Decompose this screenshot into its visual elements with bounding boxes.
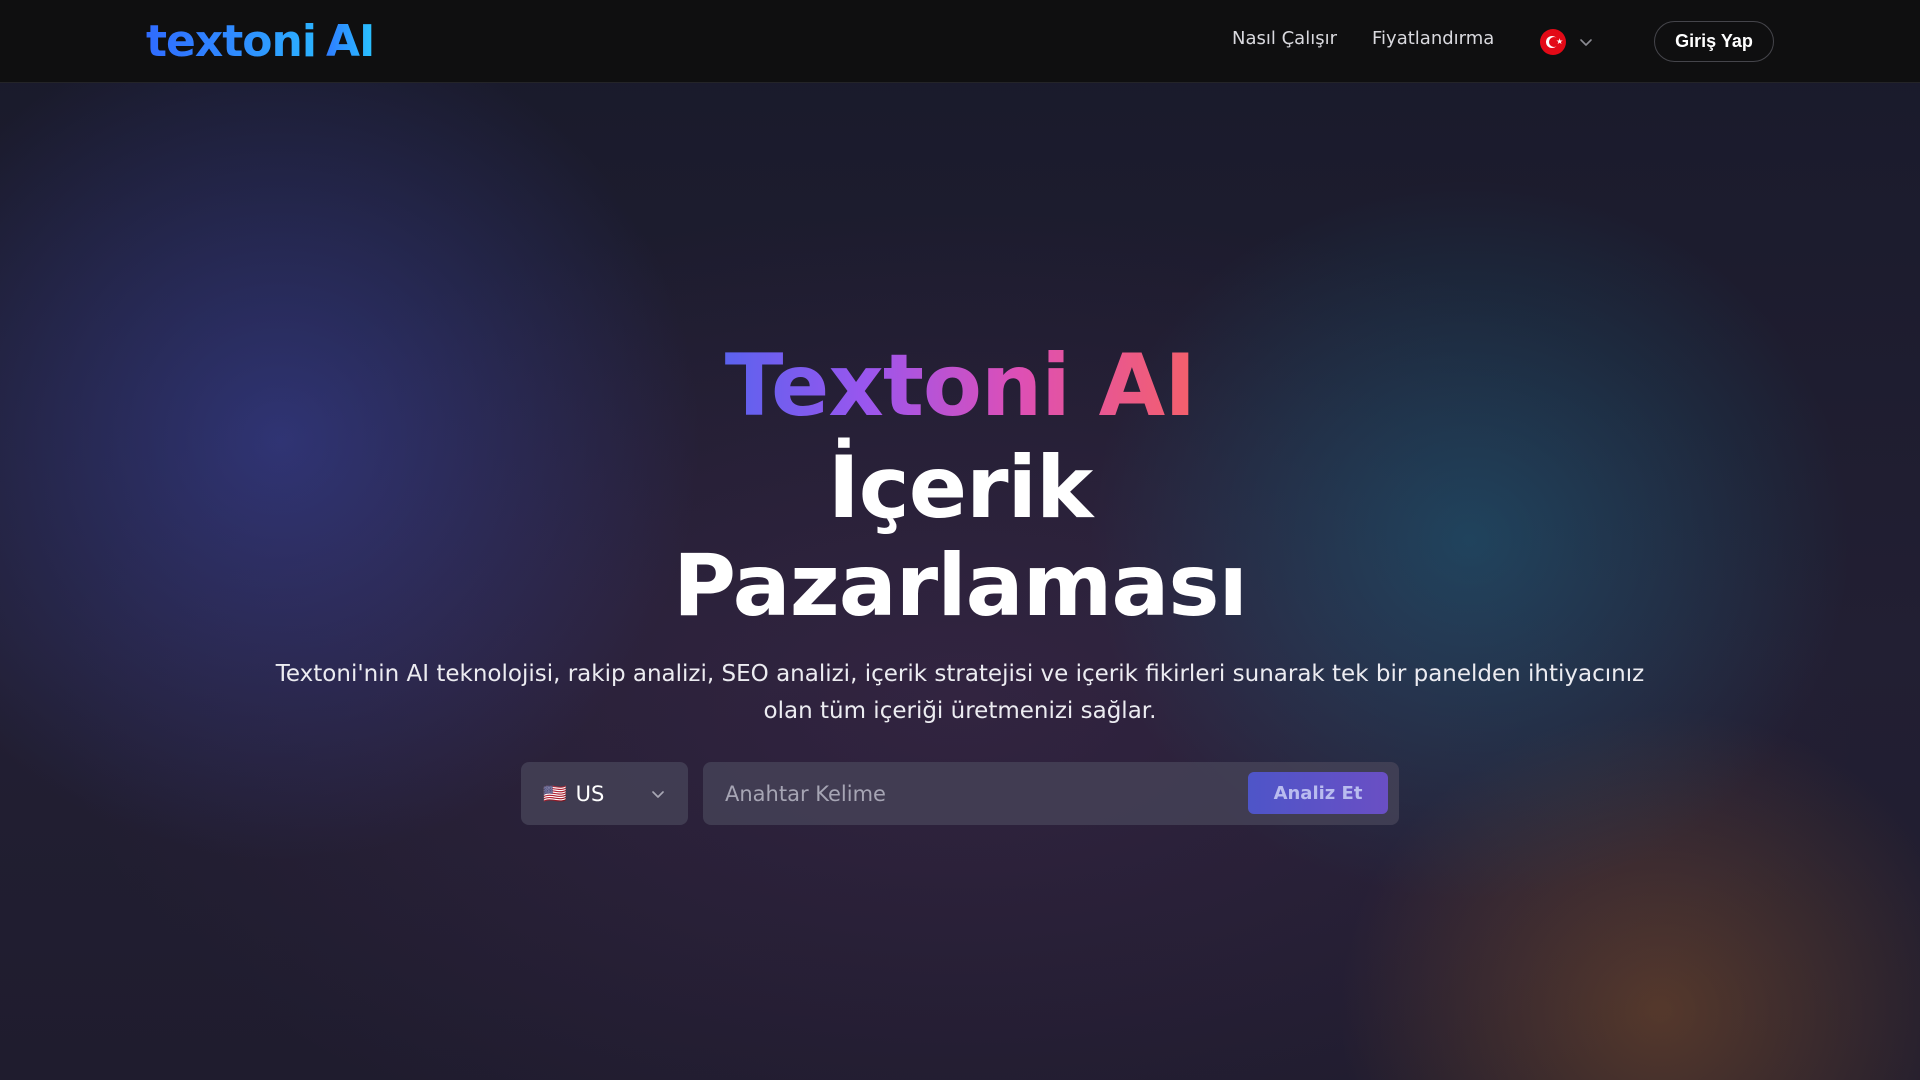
login-button[interactable]: Giriş Yap (1654, 21, 1774, 62)
hero-subtitle: Textoni'nin AI teknolojisi, rakip analiz… (275, 661, 1645, 724)
keyword-input[interactable] (725, 762, 1225, 825)
hero-brand-title: Textoni AI (0, 336, 1920, 436)
turkey-flag-icon: ★ (1540, 29, 1566, 55)
country-code: US (575, 781, 605, 806)
nav-how-it-works-link[interactable]: Nasıl Çalışır (1232, 28, 1337, 49)
logo-wordmark: textoni (146, 15, 317, 67)
top-navigation-bar: textoni AI Nasıl Çalışır Fiyatlandırma ★… (0, 0, 1920, 83)
logo-ai-mark: AI (325, 15, 375, 67)
chevron-down-icon (1580, 39, 1592, 46)
textoni-logo[interactable]: textoni AI (146, 14, 375, 68)
country-selector[interactable]: 🇺🇸 US (521, 762, 688, 825)
hero-title-line-3: Pazarlaması (672, 536, 1248, 636)
language-selector[interactable]: ★ (1540, 28, 1594, 56)
keyword-search-box: Analiz Et (703, 762, 1399, 825)
us-flag-icon: 🇺🇸 (543, 783, 568, 805)
hero-title-line-2: İçerik (827, 438, 1093, 538)
hero-brand-text: Textoni AI (724, 336, 1196, 436)
analyze-button[interactable]: Analiz Et (1248, 772, 1388, 814)
chevron-down-icon (652, 791, 664, 798)
nav-pricing-link[interactable]: Fiyatlandırma (1372, 28, 1494, 49)
